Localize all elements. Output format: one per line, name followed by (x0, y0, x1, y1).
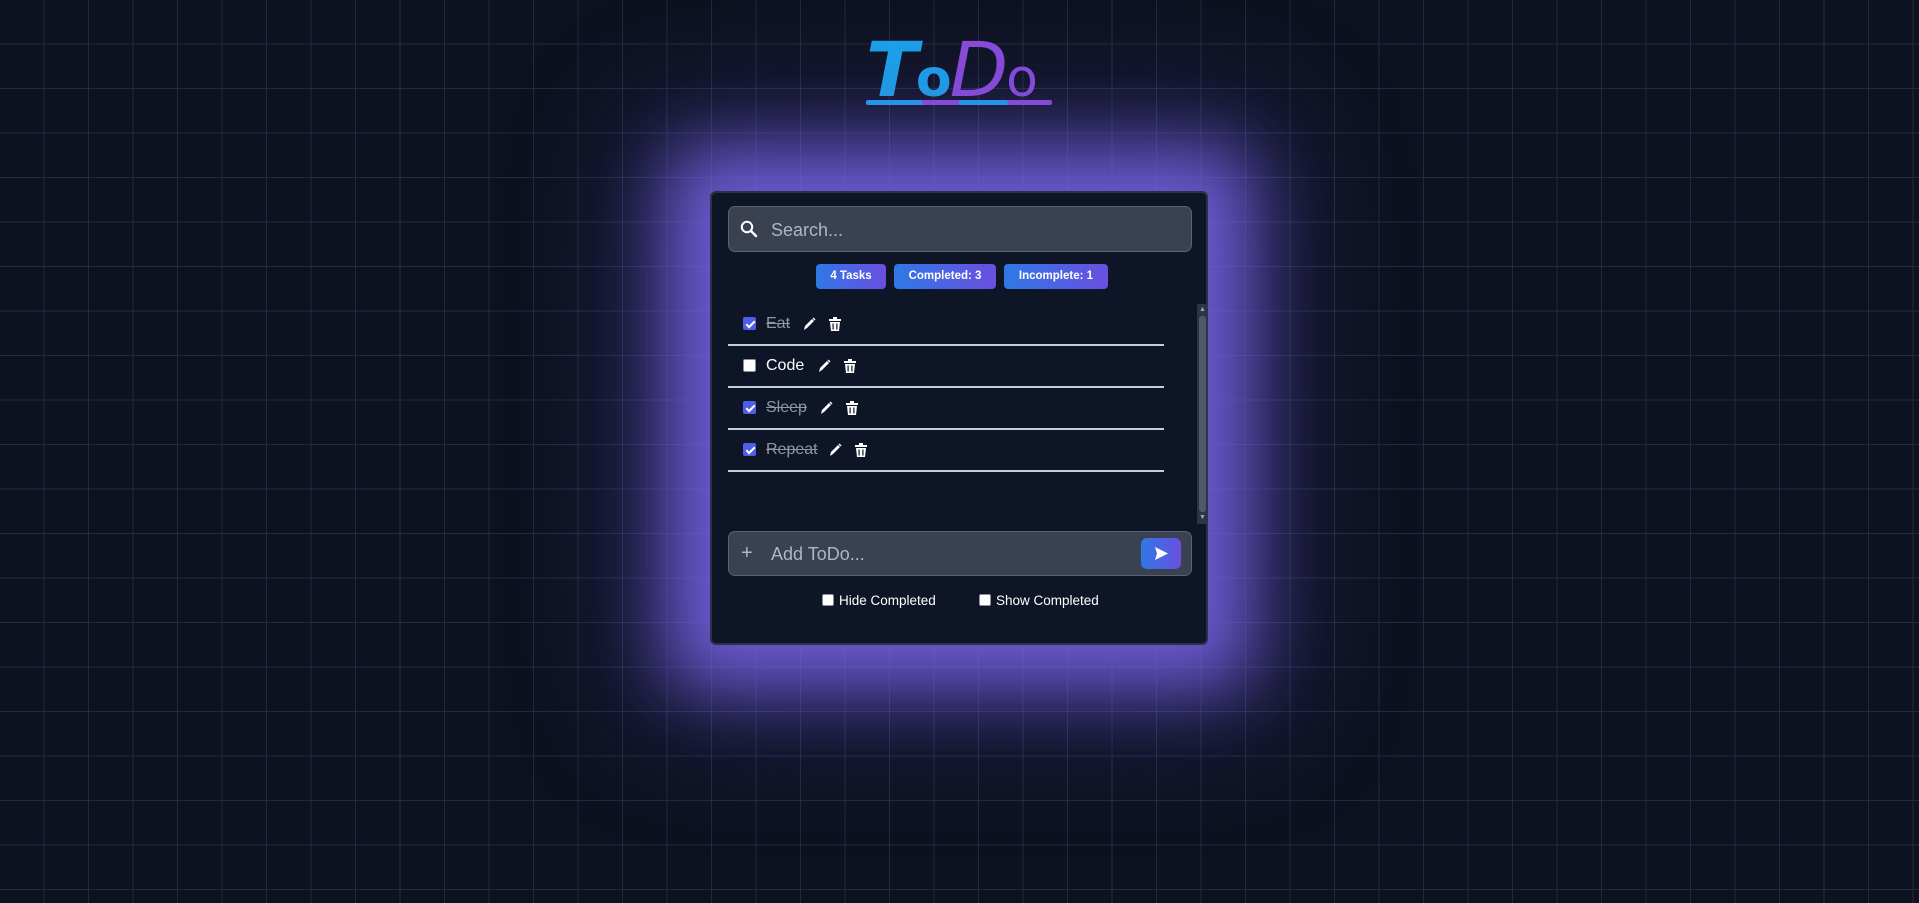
todo-text: Code (766, 357, 805, 374)
todo-text: Repeat (766, 441, 818, 458)
pencil-icon[interactable] (828, 442, 842, 458)
todo-checkbox[interactable] (743, 401, 756, 414)
hide-completed-label[interactable]: Hide Completed (839, 593, 936, 608)
hide-completed-checkbox[interactable] (822, 594, 834, 606)
todo-item: Eat (728, 304, 1164, 346)
plus-icon: + (741, 542, 753, 564)
pencil-icon[interactable] (819, 400, 833, 416)
add-todo-input[interactable] (769, 532, 1133, 577)
todo-item: Code (728, 346, 1164, 388)
trash-icon[interactable] (843, 358, 857, 374)
trash-icon[interactable] (828, 316, 842, 332)
completed-badge: Completed: 3 (894, 264, 996, 289)
scroll-up-arrow[interactable]: ▲ (1197, 305, 1208, 315)
pencil-icon[interactable] (802, 316, 816, 332)
todo-checkbox[interactable] (743, 443, 756, 456)
filter-options: Hide Completed Show Completed (712, 591, 1206, 611)
task-stats: 4 Tasks Completed: 3 Incomplete: 1 (712, 264, 1206, 290)
incomplete-badge: Incomplete: 1 (1004, 264, 1108, 289)
add-todo-bar: + (728, 531, 1192, 577)
show-completed-checkbox[interactable] (979, 594, 991, 606)
scroll-down-arrow[interactable]: ▼ (1197, 513, 1208, 523)
todo-checkbox[interactable] (743, 359, 756, 372)
app-logo: ToDo (864, 30, 1054, 110)
todo-list-scrollbar[interactable]: ▲ ▼ (1197, 304, 1208, 524)
logo-text: ToDo (866, 30, 1038, 119)
todo-item: Repeat (728, 430, 1164, 472)
scrollbar-thumb[interactable] (1199, 316, 1206, 512)
show-completed-label[interactable]: Show Completed (996, 593, 1099, 608)
add-todo-button[interactable] (1141, 538, 1181, 569)
trash-icon[interactable] (854, 442, 868, 458)
search-bar (728, 206, 1192, 253)
todo-text: Sleep (766, 399, 807, 416)
search-input[interactable] (769, 207, 1183, 253)
todo-text: Eat (766, 315, 791, 332)
todo-checkbox[interactable] (743, 317, 756, 330)
total-tasks-badge: 4 Tasks (816, 264, 886, 289)
search-icon (740, 220, 758, 238)
pencil-icon[interactable] (817, 358, 831, 374)
send-icon (1155, 547, 1168, 560)
logo-underline (866, 100, 1052, 105)
todo-card: 4 Tasks Completed: 3 Incomplete: 1 Eat C… (710, 191, 1208, 645)
trash-icon[interactable] (845, 400, 859, 416)
todo-item: Sleep (728, 388, 1164, 430)
todo-list: Eat Code Sleep Repeat (728, 304, 1202, 524)
